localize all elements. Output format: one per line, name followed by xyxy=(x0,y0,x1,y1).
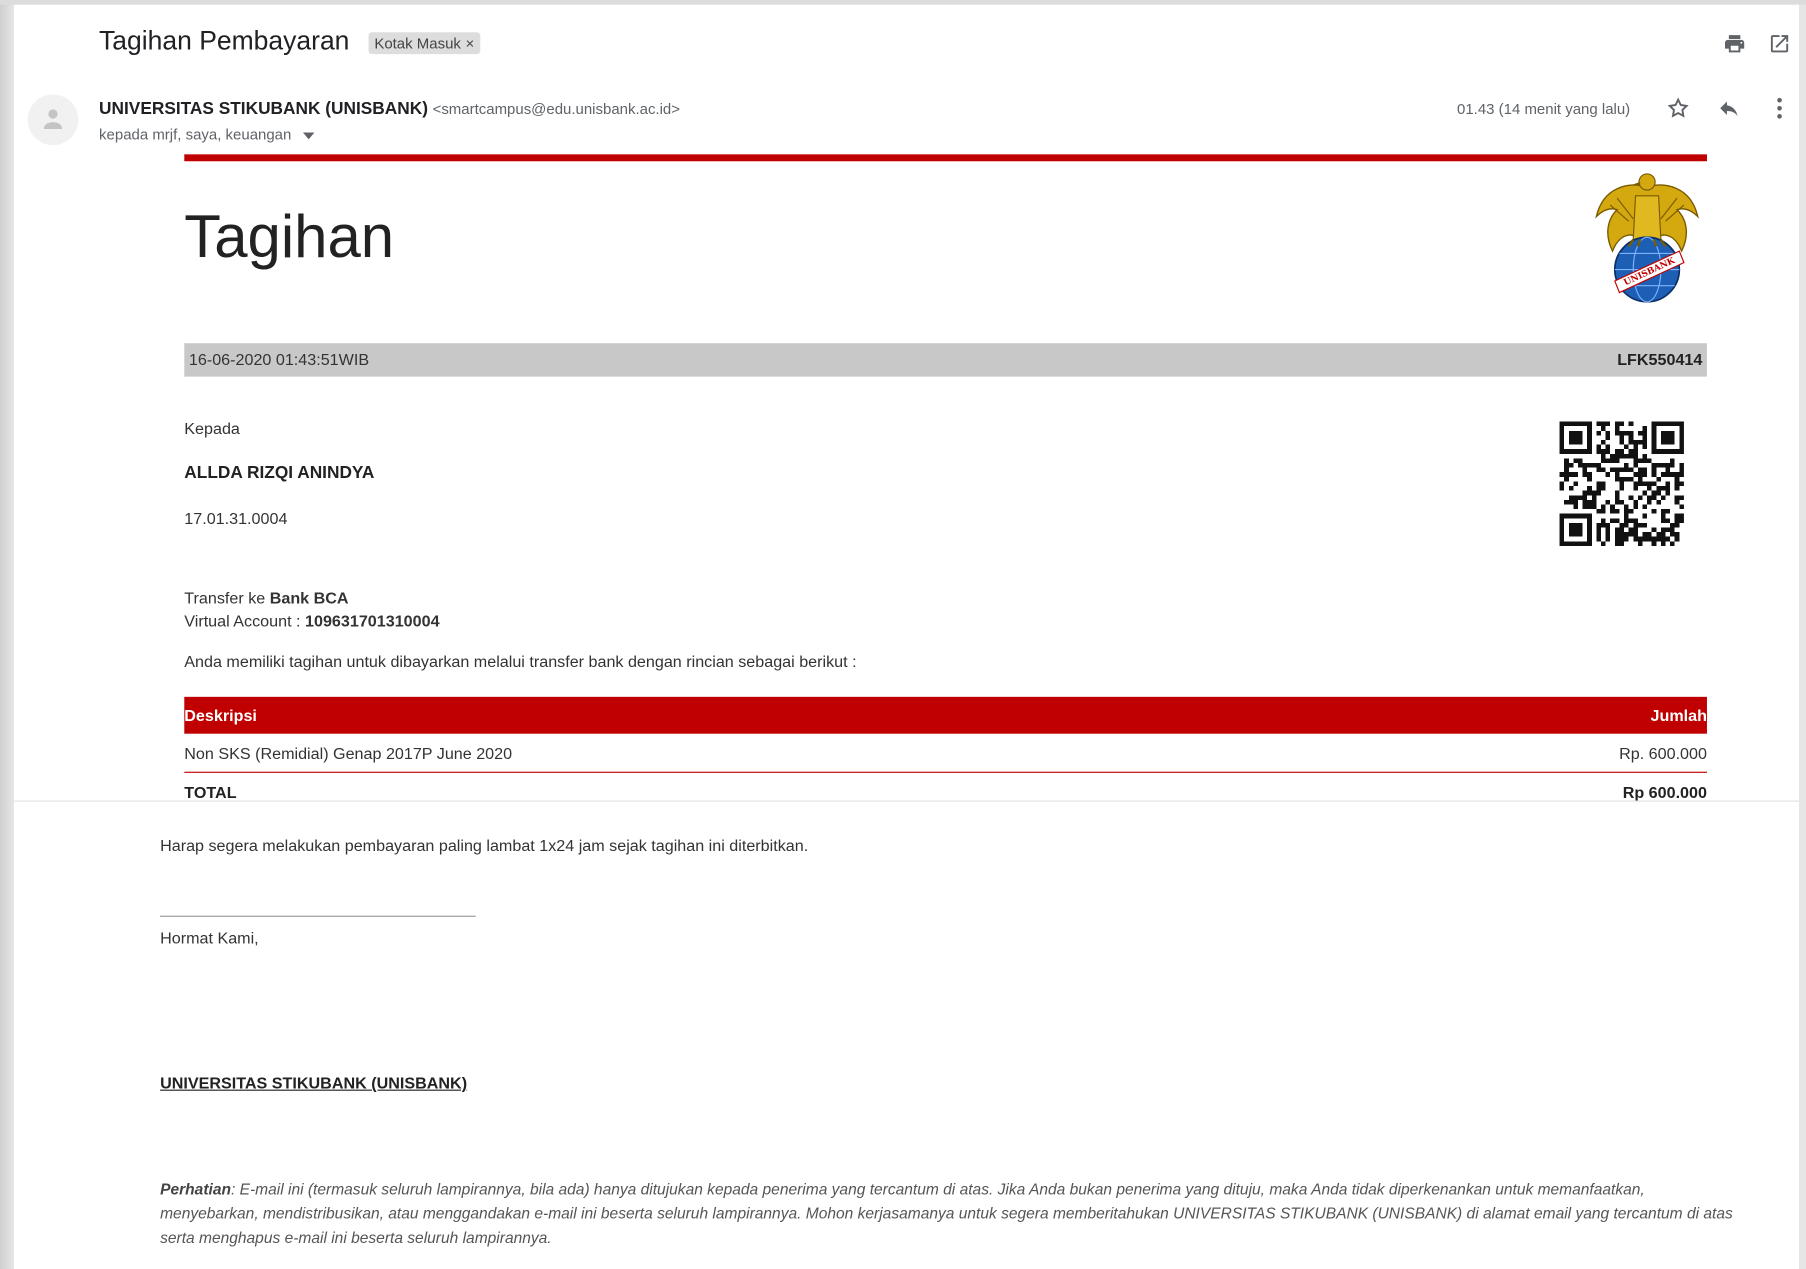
organization-name[interactable]: UNIVERSITAS STIKUBANK (UNISBANK) xyxy=(160,1073,467,1091)
invoice-title: Tagihan xyxy=(184,203,395,271)
student-name: ALLDA RIZQI ANINDYA xyxy=(184,463,375,483)
virtual-account-line: Virtual Account : 109631701310004 xyxy=(184,612,439,630)
recipients-toggle[interactable]: kepada mrjf, saya, keuangan xyxy=(99,126,314,143)
remove-label-icon[interactable]: × xyxy=(466,35,475,52)
print-icon[interactable] xyxy=(1722,32,1747,57)
open-new-window-icon[interactable] xyxy=(1767,32,1792,57)
inbox-label-chip[interactable]: Kotak Masuk × xyxy=(368,32,481,55)
content-fold-divider xyxy=(13,800,1800,802)
recipient-label: Kepada xyxy=(184,419,240,438)
invoice-code: LFK550414 xyxy=(1617,350,1703,369)
email-subject: Tagihan Pembayaran xyxy=(99,25,350,56)
bank-name: Bank BCA xyxy=(269,588,349,607)
student-id: 17.01.31.0004 xyxy=(184,509,288,528)
disclaimer-text: : E-mail ini (termasuk seluruh lampirann… xyxy=(160,1180,1733,1247)
disclaimer: Perhatian: E-mail ini (termasuk seluruh … xyxy=(160,1177,1738,1250)
star-icon[interactable] xyxy=(1666,97,1691,122)
person-icon xyxy=(43,109,63,130)
invoice-datetime: 16-06-2020 01:43:51WIB xyxy=(188,350,370,369)
transfer-prefix: Transfer ke xyxy=(184,588,270,607)
col-description: Deskripsi xyxy=(184,706,257,725)
col-amount: Jumlah xyxy=(1650,706,1707,725)
invoice-table-header: Deskripsi Jumlah xyxy=(184,696,1707,734)
chevron-down-icon xyxy=(302,131,314,139)
total-value: Rp 600.000 xyxy=(1622,783,1707,802)
invoice-info-bar xyxy=(184,343,1707,377)
reply-icon[interactable] xyxy=(1716,97,1741,122)
transfer-line: Transfer ke Bank BCA xyxy=(184,589,348,607)
total-label: TOTAL xyxy=(184,783,237,802)
invoice-intro: Anda memiliki tagihan untuk dibayarkan m… xyxy=(184,651,857,671)
recipients-text: kepada mrjf, saya, keuangan xyxy=(99,125,292,143)
table-row-description: Non SKS (Remidial) Genap 2017P June 2020 xyxy=(184,744,513,763)
disclaimer-label: Perhatian xyxy=(160,1180,231,1198)
sender-email: <smartcampus@edu.unisbank.ac.id> xyxy=(432,100,680,118)
qr-code xyxy=(1559,421,1684,546)
va-prefix: Virtual Account : xyxy=(184,611,306,631)
unisbank-logo: UNISBANK xyxy=(1594,170,1700,306)
signature-line xyxy=(160,915,476,917)
sender-line: UNIVERSITAS STIKUBANK (UNISBANK) <smartca… xyxy=(99,99,680,119)
payment-notice: Harap segera melakukan pembayaran paling… xyxy=(160,836,809,855)
table-row-divider xyxy=(184,771,1707,773)
label-text: Kotak Masuk xyxy=(374,34,461,52)
closing-regards: Hormat Kami, xyxy=(160,928,259,947)
sender-avatar[interactable] xyxy=(27,94,79,146)
email-view: Tagihan Pembayaran Kotak Masuk × UNIVERSI… xyxy=(0,0,1806,1269)
invoice-top-rule xyxy=(184,154,1707,162)
more-options-icon[interactable] xyxy=(1767,97,1792,122)
sender-name[interactable]: UNIVERSITAS STIKUBANK (UNISBANK) xyxy=(99,99,428,119)
message-timestamp: 01.43 (14 menit yang lalu) xyxy=(1457,100,1631,118)
table-row-amount: Rp. 600.000 xyxy=(1619,744,1707,763)
va-number: 109631701310004 xyxy=(305,611,440,631)
